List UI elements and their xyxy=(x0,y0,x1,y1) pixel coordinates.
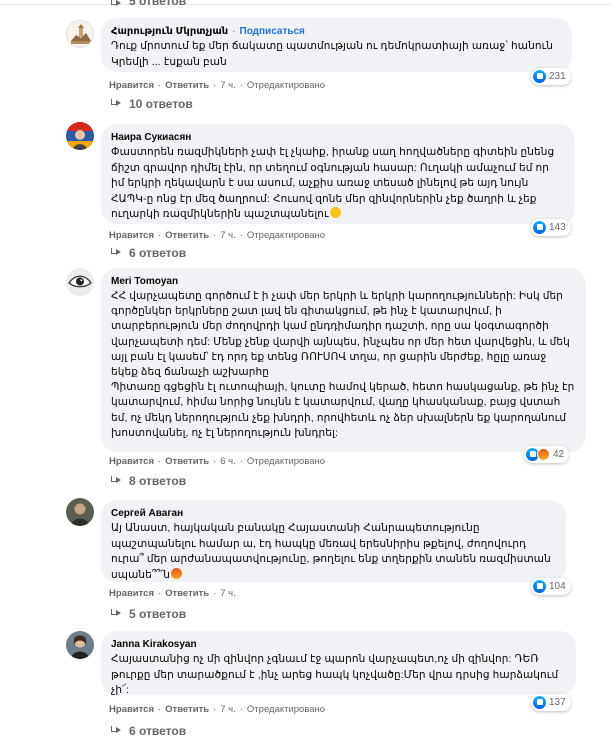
person-photo-icon xyxy=(66,631,94,659)
like-reaction-icon xyxy=(533,580,546,593)
angry-reaction-icon xyxy=(537,448,550,461)
man-avatar[interactable] xyxy=(66,498,94,526)
eye-icon xyxy=(66,268,94,296)
flag-portrait-icon xyxy=(66,122,94,150)
comment-time[interactable]: 7 ч. xyxy=(220,230,236,241)
like-button[interactable]: Нравится xyxy=(109,456,154,467)
comment-actions: Нравится · Ответить · 7 ч. · Отредактирован… xyxy=(109,80,326,91)
reply-arrow-icon xyxy=(110,0,122,8)
view-replies-link[interactable]: 6 ответов xyxy=(110,246,186,260)
view-replies-link-top[interactable]: 5 ответов xyxy=(110,0,186,8)
author-name[interactable]: Сергей Аваган xyxy=(111,508,183,519)
like-reaction-icon xyxy=(533,221,546,234)
view-replies-link[interactable]: 10 ответов xyxy=(110,97,193,111)
reply-arrow-icon xyxy=(110,726,122,736)
reply-arrow-icon xyxy=(110,609,122,619)
comment-bubble: Հարություն Մկրտչյան · Подписаться Դուք մ… xyxy=(101,18,572,72)
comment-actions: Нравится · Ответить · 6 ч. · Отредактирован… xyxy=(109,456,326,467)
person-photo-icon xyxy=(66,498,94,526)
comment-time[interactable]: 7 ч. xyxy=(220,704,236,715)
reply-button[interactable]: Ответить xyxy=(165,588,209,599)
like-button[interactable]: Нравится xyxy=(109,80,154,91)
view-replies-link[interactable]: 6 ответов xyxy=(110,724,186,738)
replies-count-label: 6 ответов xyxy=(129,724,187,738)
comment-time[interactable]: 7 ч. xyxy=(220,80,236,91)
reply-button[interactable]: Ответить xyxy=(165,80,209,91)
author-name[interactable]: Հարություն Մկրտչյան xyxy=(111,26,228,37)
like-button[interactable]: Нравится xyxy=(109,588,154,599)
author-name[interactable]: Наира Сукиасян xyxy=(111,132,191,143)
comment-bubble: Сергей Аваган Այ Անաստ, հայկական բանակը … xyxy=(101,500,566,582)
church-icon xyxy=(67,21,93,47)
view-replies-link[interactable]: 8 ответов xyxy=(110,474,186,488)
comment-actions: Нравится · Ответить · 7 ч. · Отредактирован… xyxy=(109,704,326,715)
edited-label: Отредактировано xyxy=(246,230,326,241)
smirk-emoji-icon xyxy=(329,207,341,219)
like-button[interactable]: Нравится xyxy=(109,704,154,715)
reaction-summary[interactable]: 143 xyxy=(531,219,571,236)
replies-count-label: 8 ответов xyxy=(129,474,187,488)
replies-count-label: 10 ответов xyxy=(129,97,193,111)
comment-actions: Нравится · Ответить · 7 ч. · Отредактирован… xyxy=(109,230,326,241)
reply-button[interactable]: Ответить xyxy=(165,704,209,715)
comment-bubble: Meri Tomoyan ՀՀ վարչապետը գործում է ի չա… xyxy=(101,268,586,452)
comment-text: ՀՀ վարչապետը գործում է ի չափ մեր երկրի և… xyxy=(111,290,575,439)
reaction-count: 231 xyxy=(549,71,566,82)
angry-emoji-icon xyxy=(170,567,182,579)
reply-button[interactable]: Ответить xyxy=(165,456,209,467)
comment-text: Այ Անաստ, հայկական բանակը Հայաստանի Հանր… xyxy=(111,522,554,581)
comment-time[interactable]: 7 ч. xyxy=(220,588,236,599)
church-avatar[interactable] xyxy=(66,20,94,48)
replies-count-label: 6 ответов xyxy=(129,246,187,260)
author-name[interactable]: Meri Tomoyan xyxy=(111,276,178,287)
reply-arrow-icon xyxy=(110,476,122,486)
comment-text: Դուք մրոտում եք մեր ճակատը պատմության ու… xyxy=(111,40,557,68)
like-button[interactable]: Нравится xyxy=(109,230,154,241)
reaction-summary[interactable]: 231 xyxy=(531,68,571,85)
comment-bubble: Наира Сукиасян Փաստորեն ռազմիկների չափ է… xyxy=(101,124,575,224)
like-reaction-icon xyxy=(533,70,546,83)
reaction-summary[interactable]: 104 xyxy=(531,578,571,595)
reaction-count: 137 xyxy=(549,697,566,708)
reply-button[interactable]: Ответить xyxy=(165,230,209,241)
like-reaction-icon xyxy=(533,696,546,709)
flag-avatar[interactable] xyxy=(66,122,94,150)
reaction-count: 104 xyxy=(549,581,566,592)
edited-label: Отредактировано xyxy=(246,456,326,467)
replies-count-label: 5 ответов xyxy=(129,607,187,621)
reaction-summary[interactable]: 42 xyxy=(524,446,570,463)
reaction-count: 143 xyxy=(549,222,566,233)
author-name[interactable]: Janna Kirakosyan xyxy=(111,639,197,650)
replies-count-label: 5 ответов xyxy=(129,0,187,8)
reply-arrow-icon xyxy=(110,99,122,109)
eye-avatar[interactable] xyxy=(66,268,94,296)
view-replies-link[interactable]: 5 ответов xyxy=(110,607,186,621)
edited-label: Отредактировано xyxy=(246,80,326,91)
comments-panel: 5 ответов Հարություն Մկրտչյան · Подписат… xyxy=(0,0,612,746)
reaction-summary[interactable]: 137 xyxy=(531,694,571,711)
comment-bubble: Janna Kirakosyan Հայաստանից ոչ մի զինվոր… xyxy=(101,631,576,696)
comment-text: Փաստորեն ռազմիկների չափ էլ չկաիք, իրանք … xyxy=(111,146,558,221)
comment-actions: Нравится · Ответить · 7 ч. xyxy=(109,588,236,599)
divider xyxy=(0,4,612,5)
subscribe-button[interactable]: Подписаться xyxy=(240,26,305,37)
comment-text: Հայաստանից ոչ մի զինվոր չգնաւմ էջ պարոն … xyxy=(111,653,562,697)
reaction-count: 42 xyxy=(553,449,565,460)
comment-time[interactable]: 6 ч. xyxy=(220,456,236,467)
edited-label: Отредактировано xyxy=(246,704,326,715)
portrait-avatar[interactable] xyxy=(66,631,94,659)
reply-arrow-icon xyxy=(110,248,122,258)
